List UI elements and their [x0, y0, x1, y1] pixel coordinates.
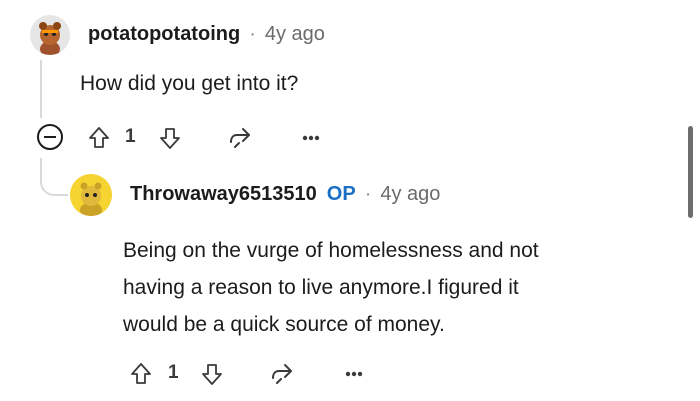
upvote-arrow-icon — [89, 127, 109, 148]
share-button[interactable] — [267, 358, 297, 388]
separator-dot: · — [249, 23, 256, 45]
more-dots-icon — [302, 135, 320, 141]
separator-dot: · — [364, 183, 372, 205]
vote-count: 1 — [168, 362, 179, 383]
downvote-arrow-icon — [202, 364, 222, 385]
avatar[interactable] — [70, 174, 112, 216]
avatar[interactable] — [30, 15, 70, 55]
upvote-arrow-icon — [131, 363, 151, 384]
comment-body-line: Being on the vurge of homelessness and n… — [123, 239, 539, 262]
comment-header: Throwaway6513510 OP · 4y ago — [130, 183, 440, 206]
share-icon — [230, 128, 250, 148]
username[interactable]: Throwaway6513510 — [130, 183, 317, 206]
collapse-button[interactable] — [37, 124, 63, 150]
comment-body: How did you get into it? — [80, 72, 299, 95]
downvote-arrow-icon — [160, 128, 180, 149]
more-dots-icon — [345, 371, 363, 377]
username[interactable]: potatopotatoing — [88, 23, 240, 46]
share-button[interactable] — [225, 122, 255, 152]
more-options-button[interactable] — [298, 128, 324, 148]
timestamp: 4y ago — [380, 183, 441, 205]
op-badge: OP — [326, 183, 356, 205]
thread-line-curve — [40, 160, 68, 196]
timestamp: 4y ago — [264, 23, 325, 45]
comment-body: Being on the vurge of homelessness and n… — [123, 232, 539, 343]
scrollbar[interactable] — [688, 126, 693, 218]
comment-body-line: having a reason to live anymore.I figure… — [123, 276, 519, 299]
thread-line-main — [40, 60, 42, 118]
downvote-button[interactable] — [157, 123, 183, 153]
share-icon — [272, 364, 292, 384]
downvote-button[interactable] — [199, 359, 225, 389]
vote-count: 1 — [125, 126, 136, 147]
upvote-button[interactable] — [86, 123, 112, 153]
collapse-minus-icon — [44, 136, 56, 138]
comment-body-line: would be a quick source of money. — [123, 313, 445, 336]
upvote-button[interactable] — [128, 359, 154, 389]
comment-header: potatopotatoing · 4y ago — [88, 23, 325, 46]
more-options-button[interactable] — [341, 364, 367, 384]
